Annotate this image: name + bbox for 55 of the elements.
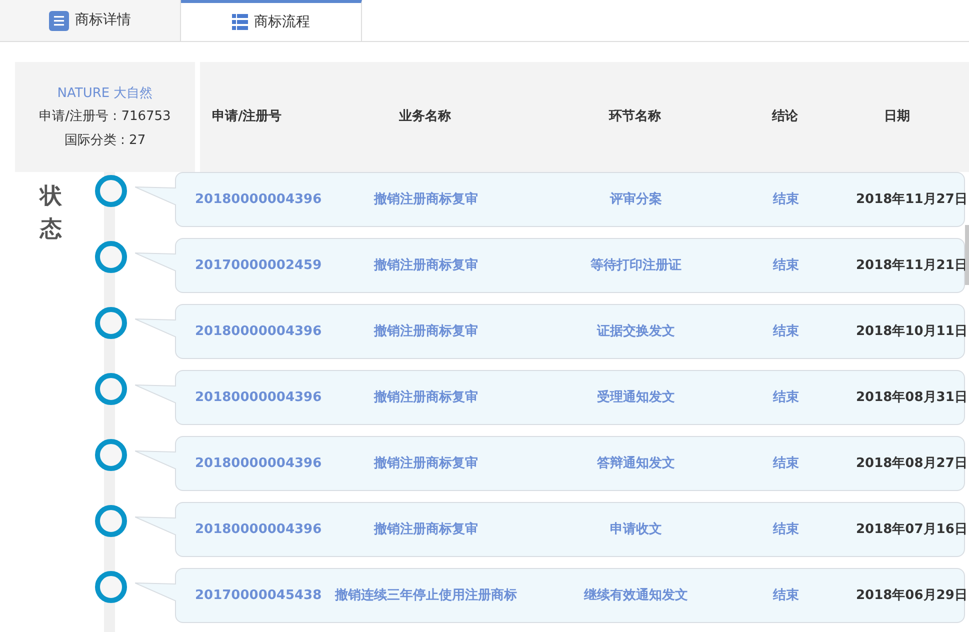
business-name: 撤销注册商标复审	[372, 322, 479, 341]
conclusion: 结束	[772, 256, 800, 275]
column-header: 业务名称	[398, 108, 452, 126]
business-name: 撤销注册商标复审	[372, 256, 479, 275]
timeline-node	[95, 505, 127, 537]
tab[interactable]: 商标流程	[181, 0, 362, 41]
step-name: 评审分案	[608, 190, 663, 209]
document-icon	[49, 10, 69, 30]
step-name: 等待打印注册证	[590, 256, 682, 275]
conclusion: 结束	[772, 388, 800, 407]
step-name: 证据交换发文	[596, 322, 676, 341]
column-header: 结论	[770, 108, 799, 126]
business-name: 撤销注册商标复审	[372, 388, 479, 407]
list-icon	[232, 14, 248, 30]
conclusion: 结束	[772, 190, 800, 209]
date: 2018年10月11日	[855, 322, 968, 341]
application-number: 20180000004396	[194, 388, 323, 407]
application-number: 20180000004396	[194, 520, 323, 539]
timeline-node	[95, 373, 127, 405]
business-name: 撤销连续三年停止使用注册商标	[334, 586, 518, 605]
international-class: 国际分类 : 27	[64, 132, 146, 150]
business-name: 撤销注册商标复审	[372, 520, 479, 539]
conclusion: 结束	[772, 586, 800, 605]
application-number: 20170000045438	[194, 586, 323, 605]
date: 2018年06月29日	[855, 586, 968, 605]
conclusion: 结束	[772, 520, 800, 539]
timeline-node	[95, 241, 127, 273]
column-header: 申请/注册号	[211, 108, 283, 126]
application-number: 20180000004396	[194, 454, 323, 473]
application-number: 20180000004396	[194, 190, 323, 209]
status-label: 状态	[40, 183, 62, 244]
business-name: 撤销注册商标复审	[372, 190, 479, 209]
business-name: 撤销注册商标复审	[372, 454, 479, 473]
scrollbar	[965, 225, 969, 285]
application-number: 20180000004396	[194, 322, 323, 341]
date: 2018年08月31日	[855, 388, 968, 407]
trademark-name: NATURE 大自然	[57, 84, 153, 103]
timeline-node	[95, 175, 127, 207]
date: 2018年08月27日	[855, 454, 968, 473]
timeline-node	[95, 571, 127, 603]
step-name: 申请收文	[609, 520, 663, 539]
step-name: 继续有效通知发文	[582, 586, 689, 605]
step-name: 答辩通知发文	[596, 454, 676, 473]
column-header: 日期	[883, 108, 911, 126]
date: 2018年11月27日	[855, 190, 968, 209]
conclusion: 结束	[772, 454, 800, 473]
timeline-node	[95, 439, 127, 471]
column-header: 环节名称	[608, 108, 662, 126]
date: 2018年07月16日	[855, 520, 968, 539]
timeline-node	[95, 307, 127, 339]
registration-number: 申请/注册号 : 716753	[39, 108, 171, 126]
application-number: 20170000002459	[194, 256, 323, 275]
tab[interactable]: 商标详情	[0, 0, 181, 41]
conclusion: 结束	[772, 322, 800, 341]
step-name: 受理通知发文	[596, 388, 676, 407]
